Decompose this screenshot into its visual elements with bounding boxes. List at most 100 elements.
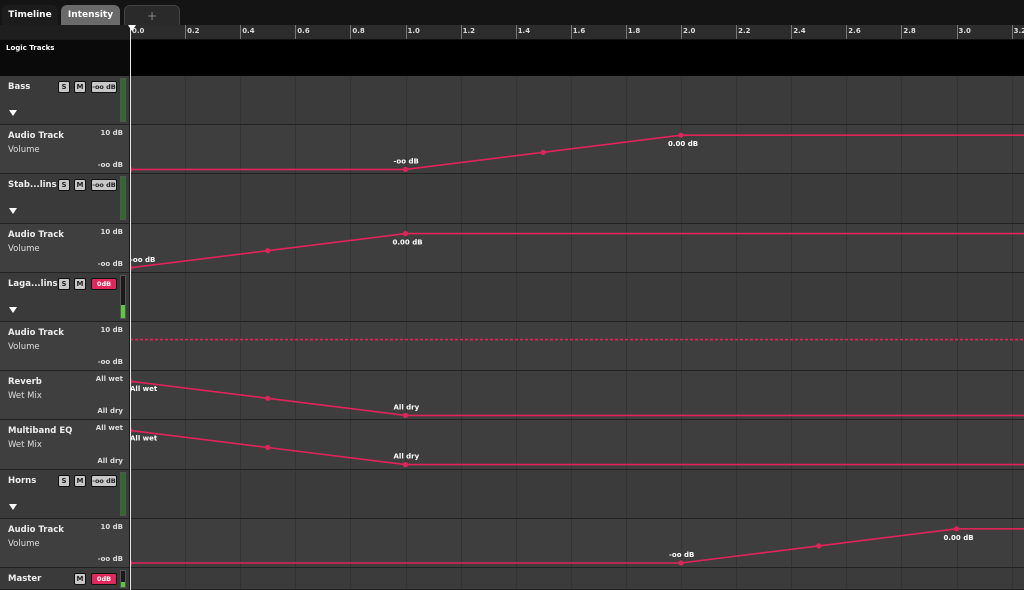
grid-line — [791, 322, 793, 371]
grid-line — [901, 76, 903, 125]
grid-line — [736, 469, 738, 518]
grid-line — [405, 568, 407, 589]
ruler-tick-label: 2.2 — [738, 27, 751, 35]
solo-button[interactable]: S — [58, 179, 70, 192]
triangle-down-icon[interactable] — [9, 503, 17, 510]
grid-line — [240, 76, 242, 125]
grid-line — [460, 469, 462, 518]
automation-lane[interactable] — [130, 223, 1024, 273]
grid-line — [185, 322, 187, 371]
level-meter — [120, 274, 126, 319]
grid-line — [295, 469, 297, 518]
track-lane[interactable] — [130, 76, 1024, 126]
grid-line — [295, 76, 297, 125]
mute-button[interactable]: M — [74, 474, 86, 487]
grid-line — [901, 322, 903, 371]
volume-control[interactable]: 0dB — [91, 277, 117, 290]
add-tab-button[interactable]: + — [124, 5, 180, 25]
grid-line — [515, 568, 517, 589]
automation-track-header[interactable]: Audio Track Volume 10 dB -oo dB — [0, 322, 129, 372]
grid-line — [681, 125, 682, 174]
mute-button[interactable]: M — [74, 179, 86, 192]
automation-track-header[interactable]: Multiband EQ Wet Mix All wet All dry — [0, 420, 129, 470]
track-lane[interactable] — [130, 272, 1024, 322]
mute-button[interactable]: M — [74, 277, 86, 290]
grid-line — [185, 272, 187, 321]
grid-line — [515, 420, 517, 469]
grid-line — [1011, 125, 1013, 174]
track-header[interactable]: Bass S M -oo dB — [0, 76, 129, 126]
range-max-label: All wet — [95, 375, 123, 384]
grid-line — [185, 568, 187, 589]
track-lane[interactable] — [130, 174, 1024, 224]
ruler-tick — [681, 25, 682, 39]
grid-line — [625, 174, 627, 223]
ruler-tick — [515, 25, 517, 39]
ruler-tick — [350, 25, 352, 39]
volume-control[interactable]: 0dB — [91, 573, 117, 585]
grid-line — [405, 272, 407, 321]
grid-line — [570, 223, 572, 272]
grid-line — [791, 223, 793, 272]
solo-button[interactable]: S — [58, 277, 70, 290]
track-lane[interactable] — [130, 568, 1024, 590]
grid-line — [570, 272, 572, 321]
grid-line — [791, 174, 793, 223]
automation-lane[interactable] — [130, 518, 1024, 568]
track-header[interactable]: Stab...lins S M -oo dB — [0, 174, 129, 224]
automation-track-header[interactable]: Audio Track Volume 10 dB -oo dB — [0, 125, 129, 175]
triangle-down-icon[interactable] — [9, 306, 17, 313]
grid-line — [901, 371, 903, 420]
track-header[interactable]: Horns S M -oo dB — [0, 469, 129, 519]
grid-line — [846, 568, 848, 589]
grid-line — [956, 518, 958, 567]
grid-line — [681, 223, 682, 272]
triangle-down-icon[interactable] — [9, 110, 17, 116]
automation-lane[interactable] — [130, 125, 1024, 175]
volume-control[interactable]: -oo dB — [91, 179, 117, 192]
grid-line — [846, 371, 848, 420]
grid-line — [681, 420, 682, 469]
solo-button[interactable]: S — [58, 81, 70, 93]
mute-button[interactable]: M — [74, 81, 86, 93]
timeline-ruler[interactable]: 0.0 0.2 0.4 0.6 0.8 1.0 1.2 1.4 1.6 1.8 2.0 2.2 2.4 2… — [130, 25, 1024, 40]
ruler-tick-label: 1.2 — [462, 27, 475, 35]
grid-line — [681, 272, 682, 321]
grid-line — [350, 272, 352, 321]
mute-button[interactable]: M — [74, 573, 86, 585]
grid-line — [295, 518, 297, 567]
ruler-tick — [625, 25, 627, 39]
grid-line — [956, 322, 958, 371]
track-header[interactable]: Master M 0dB — [0, 568, 129, 590]
automation-track-header[interactable]: Audio Track Volume 10 dB -oo dB — [0, 223, 129, 273]
grid-line — [625, 568, 627, 589]
level-meter-fill — [121, 472, 125, 515]
grid-line — [956, 125, 958, 174]
grid-line — [405, 420, 407, 469]
volume-control[interactable]: -oo dB — [91, 474, 117, 487]
volume-control[interactable]: -oo dB — [91, 81, 117, 93]
level-meter — [120, 471, 126, 516]
ruler-tick-label: 0.4 — [242, 27, 255, 35]
solo-button[interactable]: S — [58, 474, 70, 487]
ruler-tick-label: 0.8 — [352, 27, 365, 35]
tab-timeline[interactable]: Timeline — [2, 5, 58, 25]
track-lane[interactable] — [130, 469, 1024, 519]
logic-tracks-lane[interactable] — [130, 40, 1024, 76]
automation-lane[interactable] — [130, 322, 1024, 372]
playhead-marker-icon[interactable] — [128, 25, 136, 31]
automation-track-header[interactable]: Reverb Wet Mix All wet All dry — [0, 371, 129, 421]
automation-lane[interactable] — [130, 371, 1024, 421]
grid-line — [846, 174, 848, 223]
automation-lane[interactable] — [130, 420, 1024, 470]
grid-line — [350, 469, 352, 518]
tab-intensity[interactable]: Intensity — [61, 5, 120, 25]
grid-line — [460, 420, 462, 469]
automation-track-header[interactable]: Audio Track Volume 10 dB -oo dB — [0, 518, 129, 568]
grid-line — [956, 469, 958, 518]
grid-line — [405, 125, 407, 174]
triangle-down-icon[interactable] — [9, 208, 17, 215]
playhead[interactable] — [130, 25, 131, 590]
track-header[interactable]: Laga...lins S M 0dB — [0, 272, 129, 322]
track-name: Master — [8, 574, 42, 584]
